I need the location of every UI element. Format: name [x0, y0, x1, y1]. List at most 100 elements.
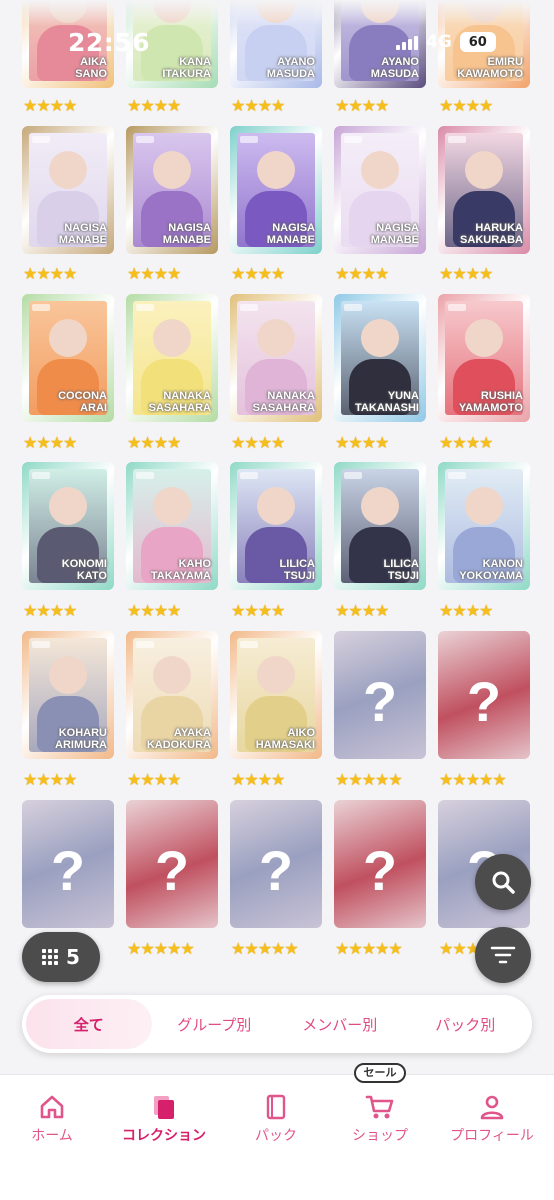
- tab-by-group[interactable]: グループ別: [152, 999, 278, 1049]
- member-last-name: MANABE: [370, 234, 419, 246]
- rarity-stars: ★★★★★: [439, 770, 507, 789]
- profile-icon: [480, 1095, 504, 1120]
- member-figure: [49, 656, 87, 694]
- sale-badge: セール: [354, 1063, 406, 1083]
- top-fade: [0, 0, 554, 26]
- locked-card[interactable]: ?: [438, 631, 530, 759]
- member-name: NAGISA MANABE: [163, 222, 211, 246]
- member-figure: [153, 319, 191, 357]
- member-card[interactable]: KONOMI KATO: [22, 462, 114, 590]
- member-name: NANAKA SASAHARA: [253, 390, 315, 414]
- rarity-stars: ★★★★: [231, 264, 285, 283]
- anniversary-logo: [136, 136, 154, 143]
- tab-by-member[interactable]: メンバー別: [277, 999, 403, 1049]
- member-last-name: MASUDA: [370, 68, 419, 80]
- member-first-name: COCONA: [58, 390, 107, 402]
- anniversary-logo: [240, 641, 258, 648]
- tab-by-pack[interactable]: パック別: [403, 999, 529, 1049]
- home-icon: [40, 1095, 64, 1119]
- nav-pack-label: パック: [255, 1128, 297, 1144]
- member-card[interactable]: NAGISA MANABE: [334, 126, 426, 254]
- member-name: KANA ITAKURA: [162, 56, 211, 80]
- locked-card[interactable]: ?: [334, 631, 426, 759]
- member-card[interactable]: KANON YOKOYAMA: [438, 462, 530, 590]
- member-figure: [257, 319, 295, 357]
- member-card[interactable]: KAHO TAKAYAMA: [126, 462, 218, 590]
- member-card[interactable]: AIKO HAMASAKI: [230, 631, 322, 759]
- member-card[interactable]: NAGISA MANABE: [126, 126, 218, 254]
- anniversary-logo: [240, 136, 258, 143]
- member-first-name: KOHARU: [58, 727, 107, 739]
- grid-columns-button[interactable]: 5: [22, 932, 100, 982]
- member-card[interactable]: NANAKA SASAHARA: [126, 294, 218, 422]
- member-name: KANON YOKOYAMA: [459, 558, 523, 582]
- cart-icon: [365, 1095, 394, 1119]
- rarity-stars: ★★★★: [335, 96, 389, 115]
- member-name: KAHO TAKAYAMA: [151, 558, 211, 582]
- rarity-stars: ★★★★: [231, 96, 285, 115]
- anniversary-logo: [240, 304, 258, 311]
- member-last-name: SASAHARA: [148, 402, 211, 414]
- member-first-name: NAGISA: [64, 222, 107, 234]
- member-figure: [153, 487, 191, 525]
- locked-card[interactable]: ?: [334, 800, 426, 928]
- rarity-stars: ★★★★★: [335, 939, 403, 958]
- nav-shop[interactable]: ショップ: [325, 1093, 435, 1145]
- nav-collection-label: コレクション: [122, 1128, 206, 1144]
- member-first-name: KANON: [482, 558, 523, 570]
- locked-card[interactable]: ?: [230, 800, 322, 928]
- search-button[interactable]: [475, 854, 531, 910]
- tab-all[interactable]: 全て: [26, 999, 152, 1049]
- member-name: LILICA TSUJI: [280, 558, 315, 582]
- member-first-name: AIKO: [287, 727, 316, 739]
- search-icon: [492, 871, 515, 894]
- sort-filter-button[interactable]: [475, 927, 531, 983]
- unknown-mark: ?: [154, 839, 190, 902]
- member-name: HARUKA SAKURABA: [460, 222, 523, 246]
- rarity-stars: ★★★★: [231, 433, 285, 452]
- member-card[interactable]: YUNA TAKANASHI: [334, 294, 426, 422]
- grid-columns-count: 5: [66, 945, 80, 969]
- rarity-stars: ★★★★★: [127, 939, 195, 958]
- member-card[interactable]: AYAKA KADOKURA: [126, 631, 218, 759]
- rarity-stars: ★★★★★: [231, 939, 299, 958]
- member-card[interactable]: LILICA TSUJI: [230, 462, 322, 590]
- member-card[interactable]: NANAKA SASAHARA: [230, 294, 322, 422]
- member-last-name: ARAI: [80, 402, 107, 414]
- member-card[interactable]: COCONA ARAI: [22, 294, 114, 422]
- rarity-stars: ★★★★: [335, 433, 389, 452]
- nav-home[interactable]: ホーム: [0, 1093, 107, 1145]
- rarity-stars: ★★★★: [127, 433, 181, 452]
- locked-card[interactable]: ?: [126, 800, 218, 928]
- unknown-mark: ?: [258, 839, 294, 902]
- member-last-name: MASUDA: [266, 68, 315, 80]
- member-card[interactable]: KOHARU ARIMURA: [22, 631, 114, 759]
- member-last-name: KADOKURA: [146, 739, 211, 751]
- rarity-stars: ★★★★: [335, 264, 389, 283]
- member-last-name: YOKOYAMA: [459, 570, 523, 582]
- rarity-stars: ★★★★: [23, 601, 77, 620]
- member-card[interactable]: LILICA TSUJI: [334, 462, 426, 590]
- member-first-name: KONOMI: [61, 558, 107, 570]
- member-first-name: NANAKA: [267, 390, 315, 402]
- anniversary-logo: [32, 641, 50, 648]
- member-figure: [153, 656, 191, 694]
- rarity-stars: ★★★★: [127, 96, 181, 115]
- member-first-name: AYANO: [277, 56, 315, 68]
- rarity-stars: ★★★★: [231, 770, 285, 789]
- member-card[interactable]: NAGISA MANABE: [22, 126, 114, 254]
- member-name: NAGISA MANABE: [59, 222, 107, 246]
- locked-card[interactable]: ?: [22, 800, 114, 928]
- member-first-name: LILICA: [279, 558, 315, 570]
- collection-icon: [154, 1096, 174, 1119]
- member-last-name: KATO: [76, 570, 107, 582]
- nav-pack[interactable]: パック: [221, 1093, 331, 1145]
- member-card[interactable]: HARUKA SAKURABA: [438, 126, 530, 254]
- grid-icon: [42, 949, 59, 965]
- member-last-name: HAMASAKI: [255, 739, 315, 751]
- member-name: NANAKA SASAHARA: [149, 390, 211, 414]
- nav-profile[interactable]: プロフィール: [437, 1093, 547, 1145]
- nav-collection[interactable]: コレクション: [109, 1093, 219, 1145]
- member-card[interactable]: NAGISA MANABE: [230, 126, 322, 254]
- member-card[interactable]: RUSHIA YAMAMOTO: [438, 294, 530, 422]
